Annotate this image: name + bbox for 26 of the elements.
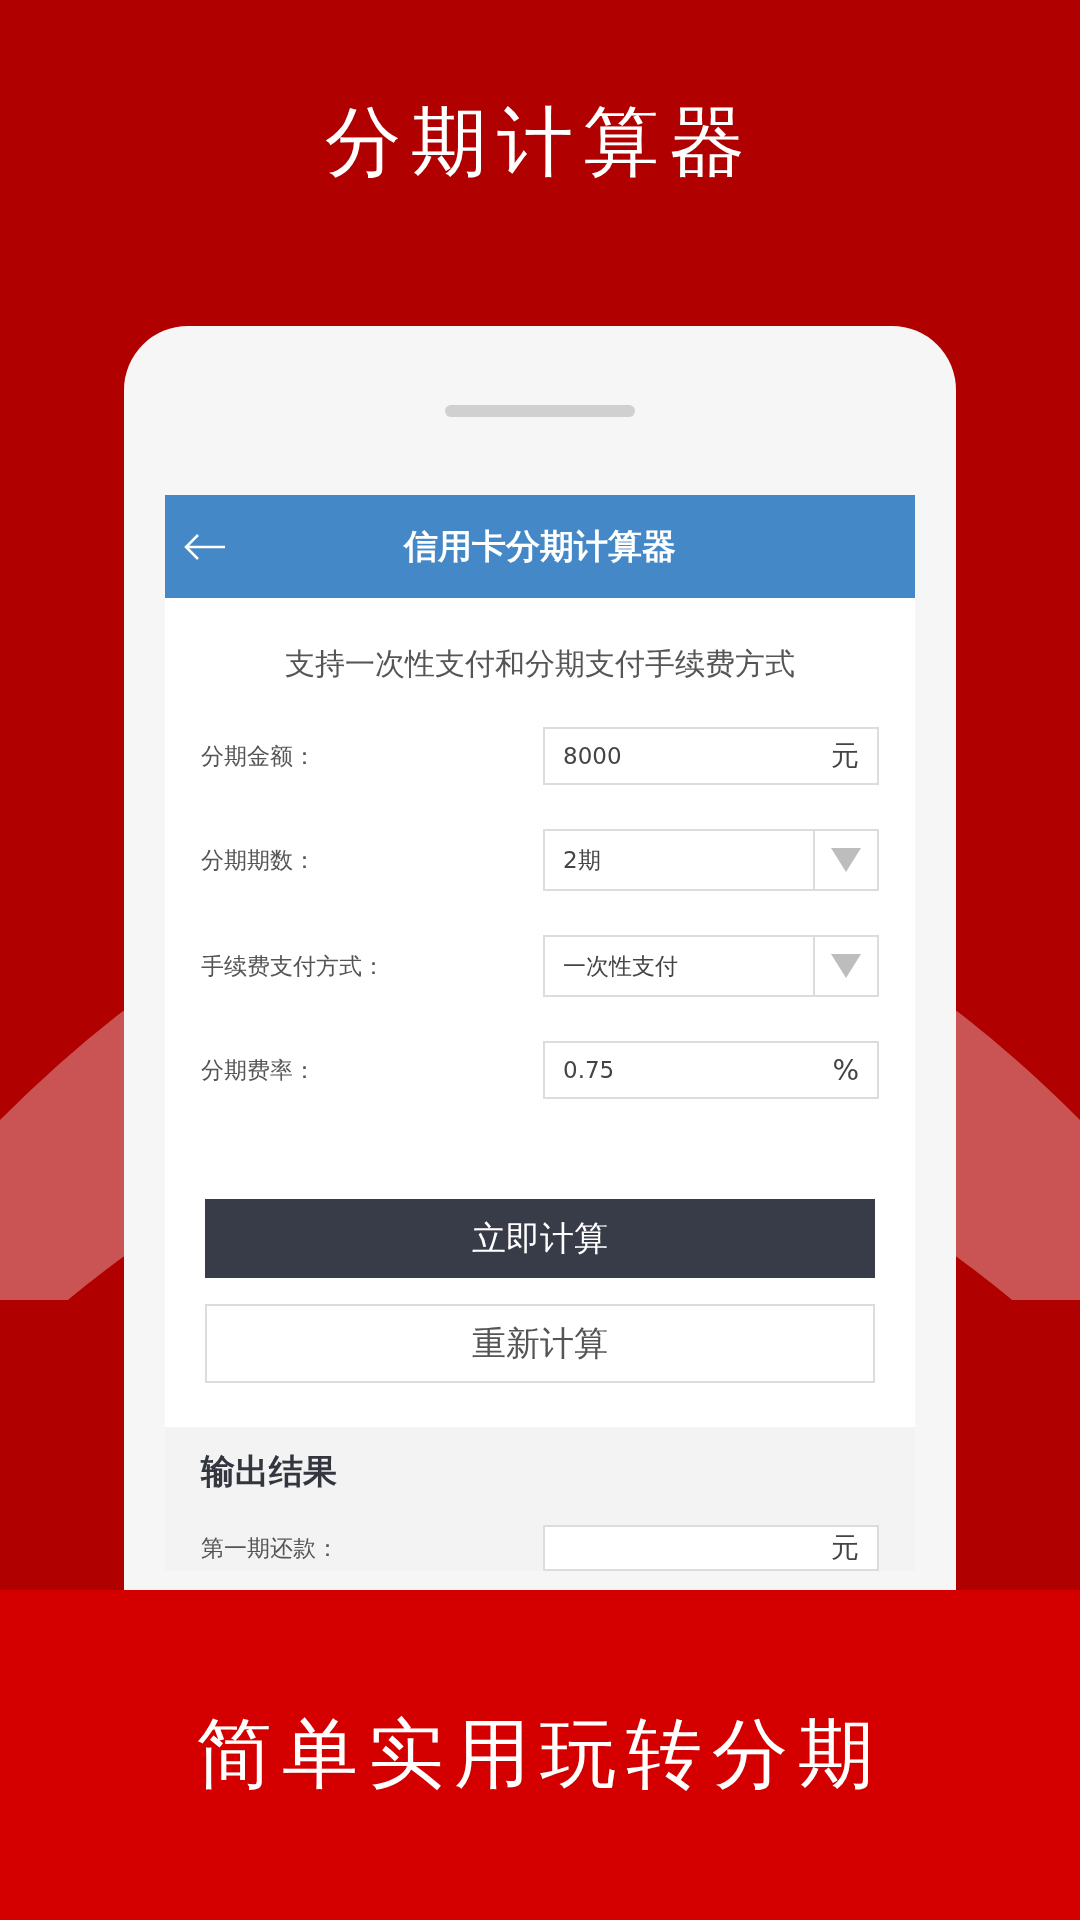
field-value: 一次性支付 (562, 951, 679, 981)
field-value: 2期 (562, 845, 602, 875)
field-value: 8000 (562, 743, 623, 769)
app-bar-title: 信用卡分期计算器 (402, 524, 677, 568)
headline: 分期计算器 (325, 95, 755, 188)
dropdown-triangle-icon (831, 848, 861, 872)
section-title: 输出结果 (201, 1450, 338, 1493)
subtitle: 支持一次性支付和分期支付手续费方式 (284, 645, 796, 683)
back-arrow-icon[interactable] (183, 532, 227, 561)
field-label: 分期费率： (201, 1055, 316, 1085)
dropdown-field[interactable]: 一次性支付 (543, 935, 879, 997)
field-label: 分期金额： (201, 741, 316, 771)
field-label: 手续费支付方式： (201, 951, 385, 981)
dropdown-triangle-icon (831, 954, 861, 978)
unit-label: 元 (831, 1530, 860, 1566)
field-label: 分期期数： (201, 845, 316, 875)
tagline: 简单实用玩转分期 (196, 1707, 884, 1800)
input-field[interactable]: 8000 元 (543, 727, 879, 785)
unit-label: % (832, 1053, 860, 1087)
calculate-button[interactable]: 立即计算 (205, 1199, 875, 1278)
reset-button[interactable]: 重新计算 (205, 1304, 875, 1383)
field-label: 第一期还款： (201, 1533, 339, 1563)
input-field[interactable]: 0.75 % (543, 1041, 879, 1099)
dropdown-field[interactable]: 2期 (543, 829, 879, 891)
field-value: 0.75 (562, 1057, 616, 1083)
unit-label: 元 (831, 738, 860, 774)
